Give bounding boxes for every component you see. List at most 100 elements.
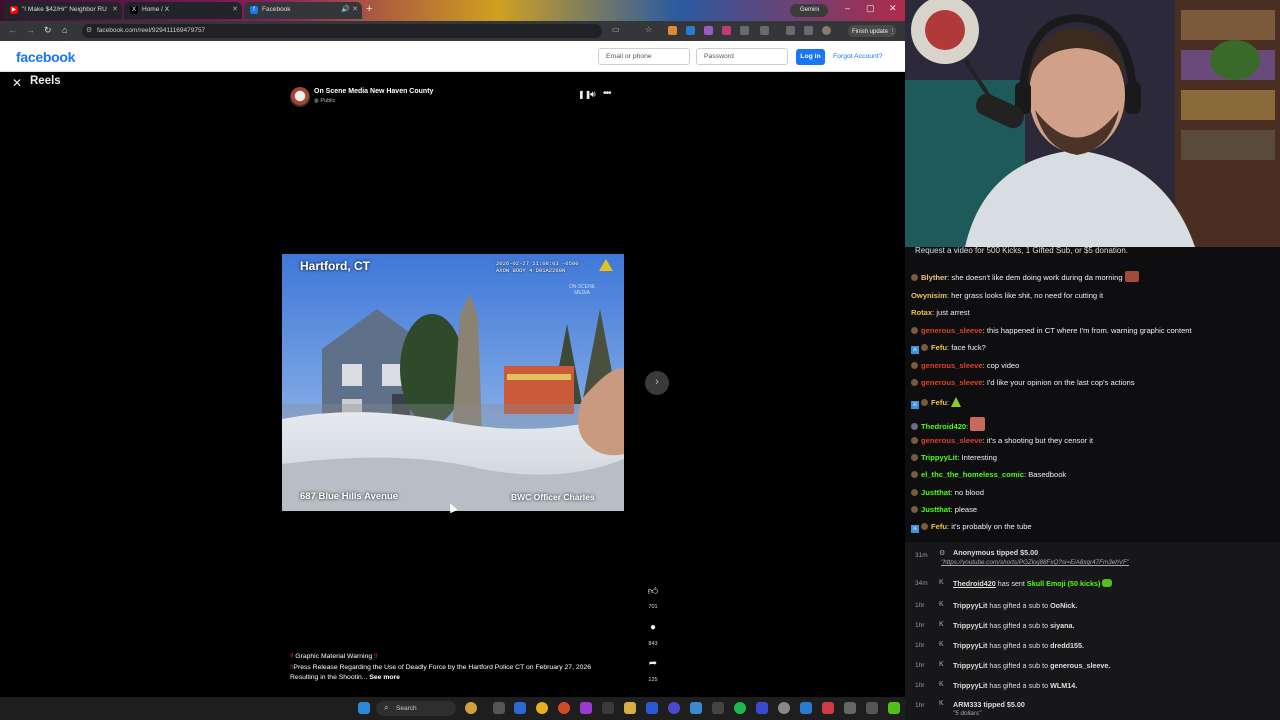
back-icon[interactable]: ← xyxy=(8,25,17,35)
app-icon[interactable] xyxy=(756,702,768,714)
download-icon[interactable] xyxy=(804,26,813,35)
tab-x[interactable]: X Home / X ✕ xyxy=(124,2,242,19)
forward-icon[interactable]: → xyxy=(26,25,35,35)
new-tab-button[interactable]: + xyxy=(366,3,372,15)
chat-message: generous_sleeve: this happened in CT whe… xyxy=(911,326,1192,335)
app-icon[interactable] xyxy=(822,702,834,714)
edge-icon[interactable] xyxy=(514,702,526,714)
cast-icon[interactable]: ▭ xyxy=(612,25,620,34)
tab-facebook[interactable]: f Facebook 🔊 ✕ xyxy=(244,2,362,19)
event-target[interactable]: generous_sleeve. xyxy=(1050,661,1110,670)
chat-username[interactable]: Fefu xyxy=(931,398,947,407)
taskbar-search[interactable]: ⌕ Search xyxy=(376,701,456,716)
app-icon[interactable] xyxy=(844,702,856,714)
author-name[interactable]: On Scene Media New Haven County xyxy=(314,88,433,95)
facebook-logo[interactable]: facebook xyxy=(16,49,75,65)
see-more-link[interactable]: See more xyxy=(369,674,400,681)
chat-username[interactable]: Blyther xyxy=(921,273,947,282)
close-tab-icon[interactable]: ✕ xyxy=(112,5,118,13)
event-target[interactable]: WLM14. xyxy=(1050,681,1077,690)
app-icon[interactable] xyxy=(800,702,812,714)
password-field[interactable]: Password xyxy=(696,48,788,65)
app-icon[interactable] xyxy=(690,702,702,714)
maximize-icon[interactable]: ▢ xyxy=(866,3,875,14)
start-icon[interactable] xyxy=(358,702,370,714)
next-reel-button[interactable]: › xyxy=(645,371,669,395)
chat-username[interactable]: Justthat xyxy=(921,505,951,514)
chat-username[interactable]: generous_sleeve xyxy=(921,326,983,335)
audience-text: Public xyxy=(320,98,336,104)
event-user[interactable]: Thedroid420 xyxy=(953,579,996,588)
chat-username[interactable]: Fefu xyxy=(931,522,947,531)
close-tab-icon[interactable]: ✕ xyxy=(232,5,238,13)
app-icon[interactable] xyxy=(668,702,680,714)
site-info-icon[interactable]: ⚙ xyxy=(86,26,92,34)
kick-icon[interactable] xyxy=(888,702,900,714)
comment-icon[interactable]: ● xyxy=(646,622,660,633)
bookmark-star-icon[interactable]: ☆ xyxy=(645,25,652,34)
gemini-button[interactable]: Gemini xyxy=(790,4,828,17)
chat-username[interactable]: TrippyyLit xyxy=(921,453,957,462)
minimize-icon[interactable]: – xyxy=(845,3,850,13)
close-window-icon[interactable]: ✕ xyxy=(889,3,897,14)
event-time: 1hr xyxy=(915,662,925,669)
login-button[interactable]: Log in xyxy=(796,49,825,65)
folder-icon[interactable] xyxy=(624,702,636,714)
obs-icon[interactable] xyxy=(712,702,724,714)
widgets-icon[interactable] xyxy=(465,702,477,714)
email-field[interactable]: Email or phone xyxy=(598,48,690,65)
event-target[interactable]: dredd155. xyxy=(1050,641,1084,650)
like-icon[interactable]: 👍︎ xyxy=(646,585,660,597)
more-options-icon[interactable]: ••• xyxy=(603,88,611,99)
chat-username[interactable]: generous_sleeve xyxy=(921,361,983,370)
extension-icon[interactable] xyxy=(740,26,749,35)
extensions-puzzle-icon[interactable] xyxy=(760,26,769,35)
forgot-account-link[interactable]: Forgot Account? xyxy=(833,53,883,60)
spotify-icon[interactable] xyxy=(734,702,746,714)
tip-message-link[interactable]: "https://youtube.com/shorts/PGZkxj88FxQ?… xyxy=(941,559,1129,566)
extension-icon[interactable] xyxy=(722,26,731,35)
chat-username[interactable]: generous_sleeve xyxy=(921,436,983,445)
author-avatar[interactable] xyxy=(290,87,310,107)
browser-icon[interactable] xyxy=(558,702,570,714)
app-icon[interactable] xyxy=(580,702,592,714)
reload-icon[interactable]: ↻ xyxy=(44,25,52,36)
event-user[interactable]: TrippyyLit xyxy=(953,621,987,630)
event-user[interactable]: TrippyyLit xyxy=(953,601,987,610)
settings-icon[interactable] xyxy=(778,702,790,714)
reels-title: Reels xyxy=(30,75,61,87)
terminal-icon[interactable] xyxy=(602,702,614,714)
home-icon[interactable]: ⌂ xyxy=(62,25,67,35)
task-view-icon[interactable] xyxy=(493,702,505,714)
close-icon[interactable]: ✕ xyxy=(12,76,22,90)
extension-icon[interactable] xyxy=(704,26,713,35)
chrome-icon[interactable] xyxy=(536,702,548,714)
reel-video[interactable]: Hartford, CT 2026-02-27 11:08:03 -0500 A… xyxy=(282,254,624,511)
profile-avatar[interactable] xyxy=(822,26,831,35)
vscode-icon[interactable] xyxy=(646,702,658,714)
finish-update-button[interactable]: Finish update ⋮ xyxy=(848,25,896,37)
tip-message: "5 dollars" xyxy=(953,710,982,717)
extension-icon[interactable] xyxy=(686,26,695,35)
tab-youtube[interactable]: ▶ "I Make $42/Hr" Neighbor RU ✕ xyxy=(4,2,122,19)
tab-audio-icon[interactable]: 🔊 xyxy=(341,5,350,13)
chat-username[interactable]: Owynisim xyxy=(911,291,947,300)
event-user[interactable]: TrippyyLit xyxy=(953,681,987,690)
chat-username[interactable]: Rotax xyxy=(911,308,932,317)
chat-username[interactable]: Fefu xyxy=(931,343,947,352)
chat-username[interactable]: el_thc_the_homeless_comic xyxy=(921,470,1024,479)
event-user[interactable]: TrippyyLit xyxy=(953,661,987,670)
sidebar-icon[interactable] xyxy=(786,26,795,35)
share-icon[interactable]: ➦ xyxy=(646,658,660,669)
app-icon[interactable] xyxy=(866,702,878,714)
url-field[interactable]: ⚙ facebook.com/reel/929411169479757 xyxy=(82,24,602,38)
event-target[interactable]: siyana. xyxy=(1050,621,1074,630)
event-user[interactable]: TrippyyLit xyxy=(953,641,987,650)
chat-username[interactable]: generous_sleeve xyxy=(921,378,983,387)
chat-username[interactable]: Justthat xyxy=(921,488,951,497)
chat-username[interactable]: Thedroid420 xyxy=(921,422,966,431)
event-target[interactable]: OoNick. xyxy=(1050,601,1077,610)
volume-icon[interactable]: 🔊︎ xyxy=(590,89,596,100)
close-tab-icon[interactable]: ✕ xyxy=(352,5,358,13)
extension-icon[interactable] xyxy=(668,26,677,35)
